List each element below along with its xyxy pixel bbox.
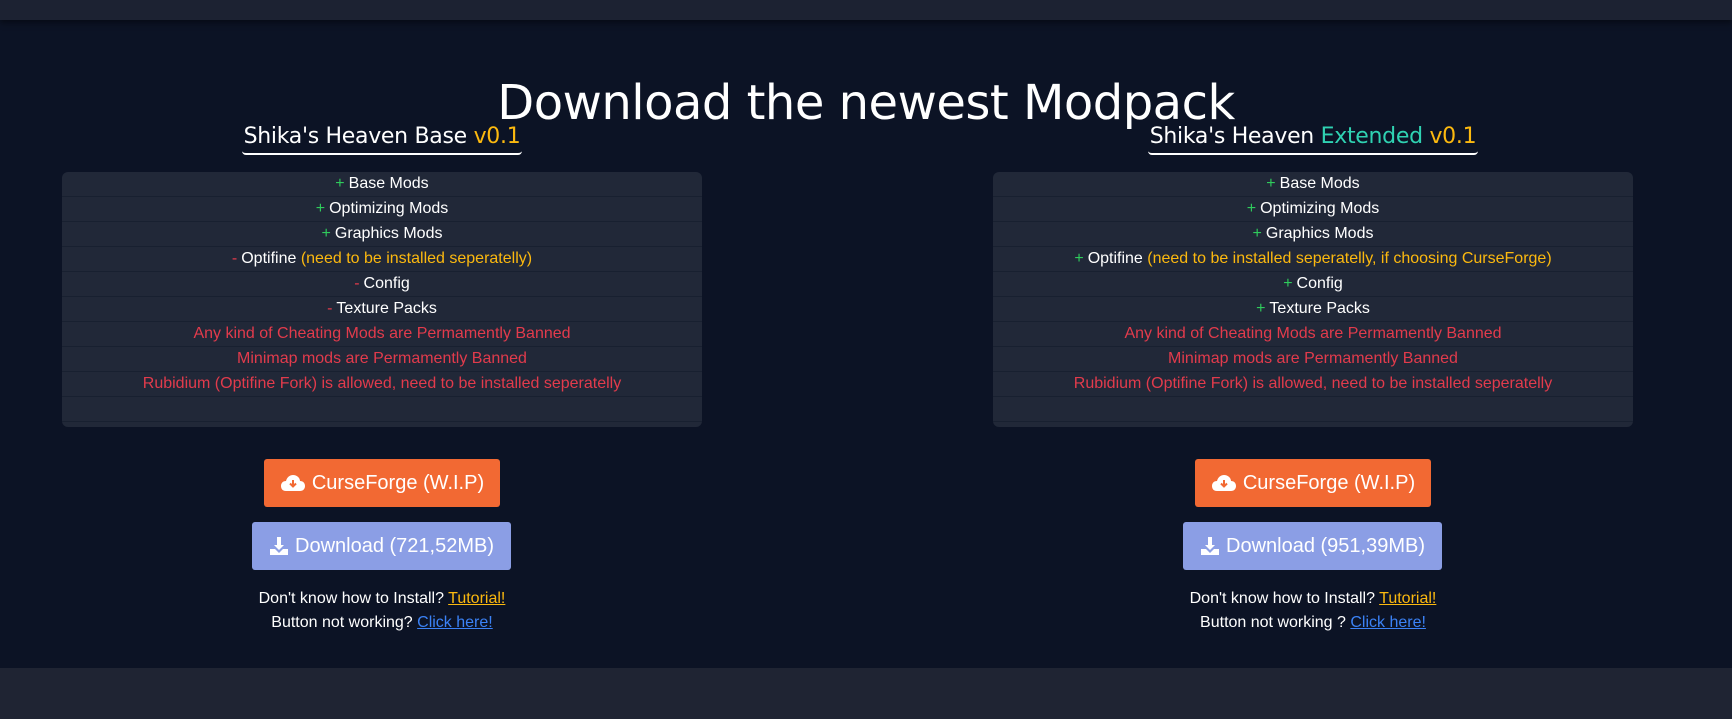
title-version: v0.1 <box>473 124 521 149</box>
feature-text: Texture Packs <box>336 300 437 317</box>
warning-row: Minimap mods are Permamently Banned <box>62 347 702 372</box>
footer <box>0 668 1732 719</box>
download-label: Download (951,39MB) <box>1226 534 1425 557</box>
warning-row: Any kind of Cheating Mods are Permamentl… <box>993 322 1633 347</box>
feature-text: Graphics Mods <box>334 225 443 242</box>
title-name: Shika's Heaven Base <box>243 124 474 149</box>
plus-sign: + <box>1246 200 1257 217</box>
plus-sign: + <box>321 225 331 242</box>
modpack-title: Shika's Heaven Base v0.1 <box>241 124 523 155</box>
feature-row: + Graphics Mods <box>993 222 1633 247</box>
feature-row: + Base Mods <box>62 172 702 197</box>
feature-row: + Texture Packs <box>993 297 1633 322</box>
plus-sign: + <box>1252 225 1262 242</box>
curseforge-button[interactable]: CurseForge (W.I.P) <box>1195 459 1431 507</box>
feature-text: Config <box>363 275 410 292</box>
install-help-text: Don't know how to Install? <box>1189 590 1380 607</box>
plus-sign: + <box>315 200 326 217</box>
feature-note: (need to be installed seperatelly, if ch… <box>1147 250 1552 267</box>
plus-sign: + <box>1256 300 1266 317</box>
warning-row: Any kind of Cheating Mods are Permamentl… <box>62 322 702 347</box>
feature-text: Optifine <box>241 250 301 267</box>
plus-sign: + <box>1283 275 1293 292</box>
feature-text: Base Mods <box>348 175 429 192</box>
tutorial-link[interactable]: Tutorial! <box>1379 590 1436 607</box>
feature-row: + Config <box>993 272 1633 297</box>
title-name: Shika's Heaven <box>1149 124 1321 149</box>
download-button[interactable]: Download (721,52MB) <box>252 522 511 570</box>
warning-row: Minimap mods are Permamently Banned <box>993 347 1633 372</box>
title-extra: Extended <box>1320 124 1430 149</box>
download-button[interactable]: Download (951,39MB) <box>1183 522 1442 570</box>
warning-row: Rubidium (Optifine Fork) is allowed, nee… <box>62 372 702 397</box>
feature-text: Config <box>1296 275 1343 292</box>
feature-row: + Optimizing Mods <box>62 197 702 222</box>
install-help: Don't know how to Install? Tutorial! <box>62 590 702 608</box>
tutorial-link[interactable]: Tutorial! <box>448 590 505 607</box>
feature-row: + Graphics Mods <box>62 222 702 247</box>
curseforge-label: CurseForge (W.I.P) <box>1242 471 1416 494</box>
feature-row: - Texture Packs <box>62 297 702 322</box>
install-help: Don't know how to Install? Tutorial! <box>993 590 1633 608</box>
feature-row: - Optifine (need to be installed seperate… <box>62 247 702 272</box>
button-help: Button not working? Click here! <box>62 614 702 632</box>
plus-sign: + <box>1266 175 1276 192</box>
feature-row: - Config <box>62 272 702 297</box>
feature-text: Graphics Mods <box>1265 225 1374 242</box>
button-help-text: Button not working ? <box>1200 614 1351 631</box>
empty-row <box>993 397 1633 422</box>
curseforge-label: CurseForge (W.I.P) <box>311 471 485 494</box>
feature-text: Optimizing Mods <box>329 200 449 217</box>
warning-row: Rubidium (Optifine Fork) is allowed, nee… <box>993 372 1633 397</box>
minus-sign: - <box>231 250 238 267</box>
plus-sign: + <box>1074 250 1084 267</box>
install-help-text: Don't know how to Install? <box>258 590 449 607</box>
feature-list: + Base Mods + Optimizing Mods + Graphics Mo… <box>62 172 702 427</box>
download-label: Download (721,52MB) <box>295 534 494 557</box>
title-version: v0.1 <box>1429 124 1477 149</box>
minus-sign: - <box>354 275 360 292</box>
page-title: Download the newest Modpack <box>497 75 1235 131</box>
curseforge-button[interactable]: CurseForge (W.I.P) <box>264 459 500 507</box>
cloud-download-icon <box>1211 475 1236 491</box>
download-icon <box>1201 537 1219 555</box>
feature-row: + Optimizing Mods <box>993 197 1633 222</box>
feature-list: + Base Mods + Optimizing Mods + Graphics Mo… <box>993 172 1633 427</box>
feature-note: (need to be installed seperatelly) <box>300 250 533 267</box>
feature-text: Optifine <box>1087 250 1148 267</box>
cloud-download-icon <box>280 475 305 491</box>
click-here-link[interactable]: Click here! <box>1350 614 1426 631</box>
feature-text: Texture Packs <box>1269 300 1370 317</box>
modpack-title: Shika's Heaven Extended v0.1 <box>1147 124 1479 155</box>
feature-text: Optimizing Mods <box>1260 200 1380 217</box>
minus-sign: - <box>327 300 333 317</box>
plus-sign: + <box>335 175 345 192</box>
empty-row <box>62 397 702 422</box>
button-help-text: Button not working? <box>271 614 418 631</box>
download-section: Download the newest Modpack Shika's Heav… <box>0 20 1732 668</box>
feature-row: + Optifine (need to be installed seperate… <box>993 247 1633 272</box>
feature-row: + Base Mods <box>993 172 1633 197</box>
top-navbar <box>0 0 1732 20</box>
download-icon <box>270 537 288 555</box>
click-here-link[interactable]: Click here! <box>417 614 493 631</box>
button-help: Button not working ? Click here! <box>993 614 1633 632</box>
feature-text: Base Mods <box>1279 175 1360 192</box>
